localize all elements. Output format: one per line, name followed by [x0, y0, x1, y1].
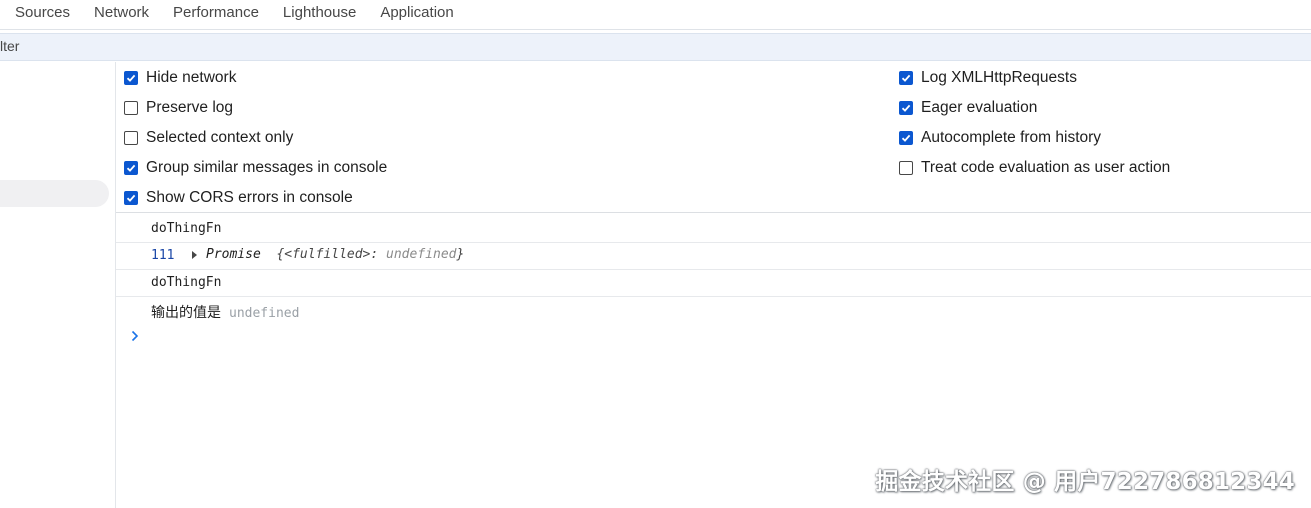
eager-evaluation-label: Eager evaluation	[921, 99, 1038, 116]
preserve-log-label: Preserve log	[146, 99, 234, 116]
preserve-log-checkbox[interactable]	[124, 101, 138, 115]
hide-network-setting[interactable]: Hide network	[124, 69, 236, 87]
tab-application[interactable]: Application	[368, 0, 465, 29]
group-similar-label: Group similar messages in console	[146, 159, 388, 176]
console-message-text: doThingFn	[151, 275, 222, 290]
console-prompt-icon[interactable]	[130, 329, 140, 343]
eager-evaluation-checkbox[interactable]	[899, 101, 913, 115]
console-message-text: 输出的值是 undefined	[151, 305, 300, 321]
console-message: 111 Promise {<fulfilled>: undefined}	[116, 243, 1311, 270]
promise-keyword: Promise	[206, 247, 261, 262]
treat-code-evaluation-checkbox[interactable]	[899, 161, 913, 175]
log-xhr-setting[interactable]: Log XMLHttpRequests	[899, 69, 1077, 87]
selected-context-only-setting[interactable]: Selected context only	[124, 129, 293, 147]
show-cors-errors-checkbox[interactable]	[124, 191, 138, 205]
group-similar-checkbox[interactable]	[124, 161, 138, 175]
console-message: 输出的值是 undefined	[116, 297, 1311, 323]
promise-close: }	[456, 247, 465, 262]
promise-value: undefined	[386, 247, 457, 262]
console-message: doThingFn	[116, 270, 1311, 297]
filter-input[interactable]: lter	[0, 38, 19, 54]
autocomplete-history-label: Autocomplete from history	[921, 129, 1102, 146]
console-message-text: doThingFn	[151, 221, 222, 236]
console-message: doThingFn	[116, 213, 1311, 243]
treat-code-evaluation-label: Treat code evaluation as user action	[921, 159, 1171, 176]
console-filter-bar[interactable]: lter	[0, 33, 1311, 61]
autocomplete-history-checkbox[interactable]	[899, 131, 913, 145]
hide-network-checkbox[interactable]	[124, 71, 138, 85]
log-xhr-label: Log XMLHttpRequests	[921, 69, 1077, 86]
watermark: 掘金技术社区 @ 用户722786812344	[875, 469, 1295, 495]
show-cors-errors-label: Show CORS errors in console	[146, 189, 353, 206]
sidebar-item-selected[interactable]	[0, 180, 109, 207]
preserve-log-setting[interactable]: Preserve log	[124, 99, 233, 117]
console-sidebar	[0, 62, 116, 508]
show-cors-errors-setting[interactable]: Show CORS errors in console	[124, 189, 353, 207]
promise-state: {<fulfilled>:	[276, 247, 387, 262]
undefined-value: undefined	[229, 306, 300, 321]
expand-triangle-icon[interactable]	[192, 251, 197, 259]
console-settings-panel: Hide network Preserve log Selected conte…	[116, 62, 1311, 213]
group-similar-setting[interactable]: Group similar messages in console	[124, 159, 387, 177]
tab-performance[interactable]: Performance	[161, 0, 271, 29]
autocomplete-history-setting[interactable]: Autocomplete from history	[899, 129, 1101, 147]
hide-network-label: Hide network	[146, 69, 237, 86]
selected-context-only-label: Selected context only	[146, 129, 294, 146]
tab-network[interactable]: Network	[82, 0, 161, 29]
tab-sources[interactable]: Sources	[0, 0, 82, 29]
selected-context-only-checkbox[interactable]	[124, 131, 138, 145]
eager-evaluation-setting[interactable]: Eager evaluation	[899, 99, 1037, 117]
treat-code-evaluation-setting[interactable]: Treat code evaluation as user action	[899, 159, 1170, 177]
line-number: 111	[151, 248, 175, 263]
devtools-tab-bar: Sources Network Performance Lighthouse A…	[0, 0, 1311, 30]
tab-lighthouse[interactable]: Lighthouse	[271, 0, 368, 29]
log-xhr-checkbox[interactable]	[899, 71, 913, 85]
promise-object[interactable]: Promise {<fulfilled>: undefined}	[206, 247, 464, 262]
